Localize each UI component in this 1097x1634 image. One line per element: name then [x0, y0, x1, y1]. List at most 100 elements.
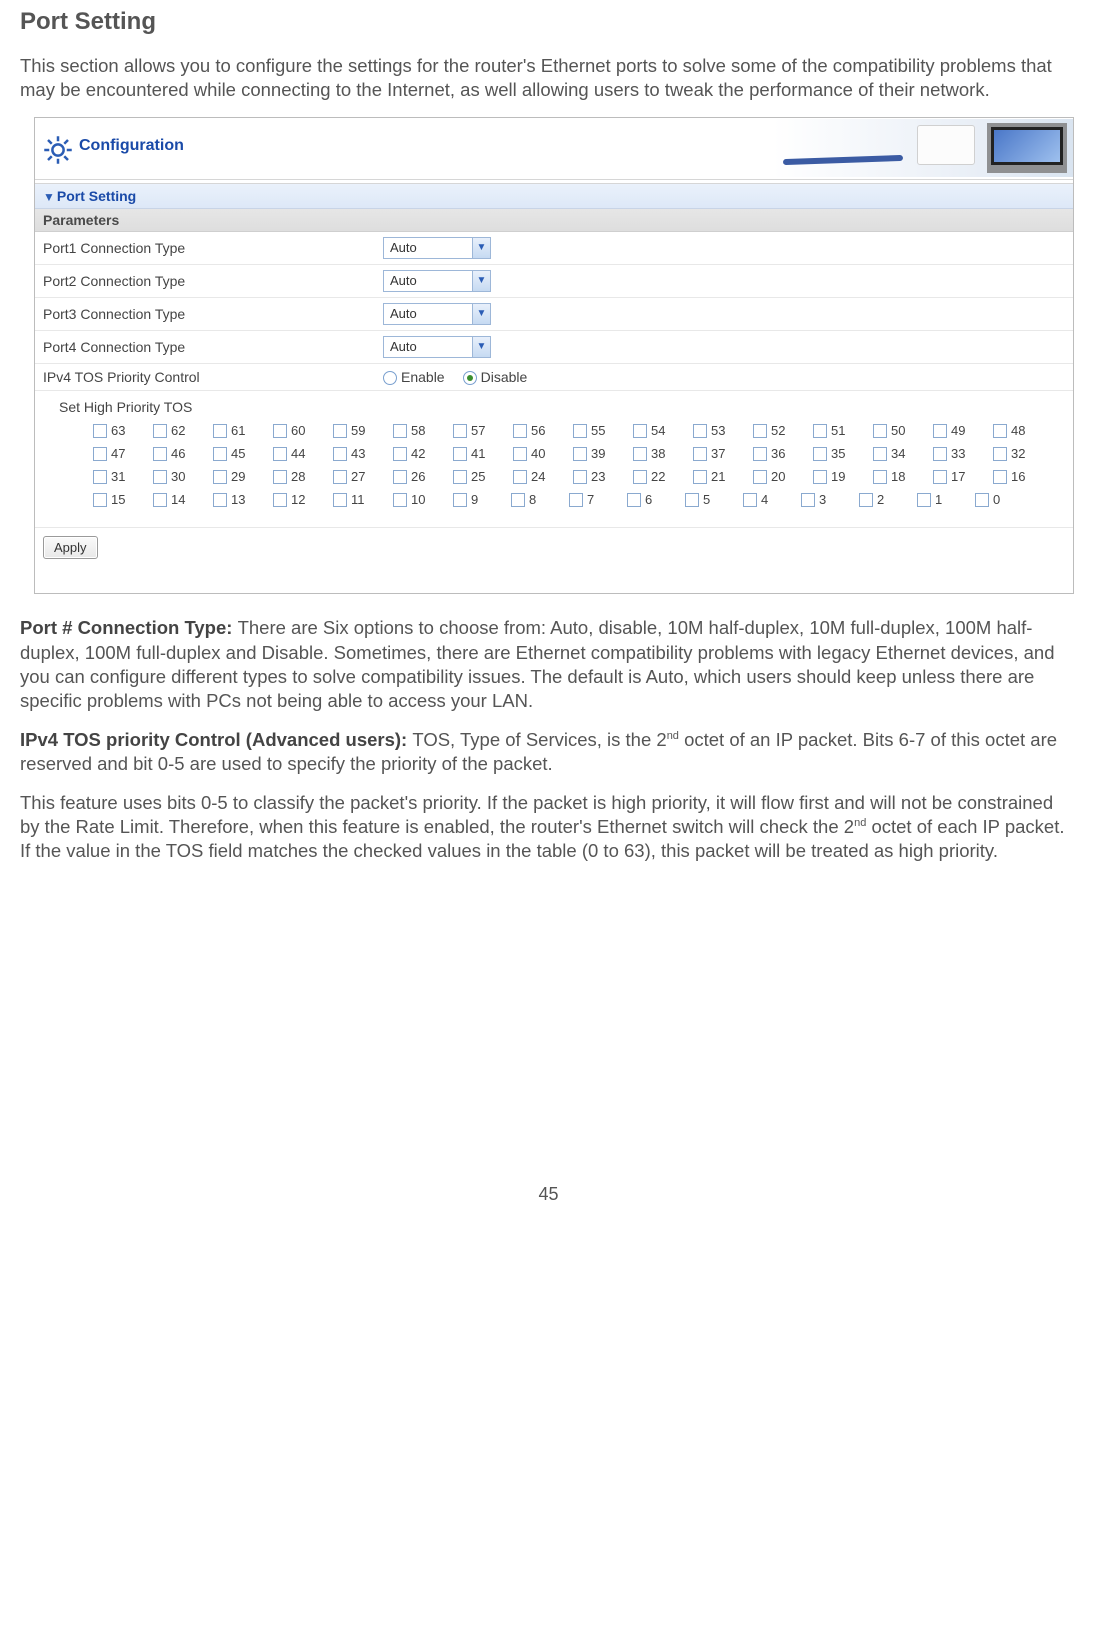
tos-checkbox-60[interactable]: 60 [273, 423, 333, 438]
config-title: Configuration [79, 137, 184, 155]
tos-checkbox-29[interactable]: 29 [213, 469, 273, 484]
tos-checkbox-16[interactable]: 16 [993, 469, 1053, 484]
checkbox-icon [153, 424, 167, 438]
tos-value-label: 26 [411, 469, 425, 484]
tos-checkbox-32[interactable]: 32 [993, 446, 1053, 461]
tos-checkbox-25[interactable]: 25 [453, 469, 513, 484]
tos-checkbox-57[interactable]: 57 [453, 423, 513, 438]
tos-checkbox-31[interactable]: 31 [93, 469, 153, 484]
tos-checkbox-38[interactable]: 38 [633, 446, 693, 461]
tos-checkbox-27[interactable]: 27 [333, 469, 393, 484]
tos-checkbox-61[interactable]: 61 [213, 423, 273, 438]
select-port2[interactable]: Auto ▼ [383, 270, 491, 292]
tos-checkbox-41[interactable]: 41 [453, 446, 513, 461]
select-port4[interactable]: Auto ▼ [383, 336, 491, 358]
checkbox-icon [753, 470, 767, 484]
tos-checkbox-11[interactable]: 11 [333, 492, 393, 507]
tos-checkbox-33[interactable]: 33 [933, 446, 993, 461]
tos-checkbox-45[interactable]: 45 [213, 446, 273, 461]
tos-checkbox-19[interactable]: 19 [813, 469, 873, 484]
tos-checkbox-42[interactable]: 42 [393, 446, 453, 461]
tos-checkbox-44[interactable]: 44 [273, 446, 333, 461]
tos-value-label: 54 [651, 423, 665, 438]
tos-value-label: 44 [291, 446, 305, 461]
tos-checkbox-62[interactable]: 62 [153, 423, 213, 438]
tos-checkbox-20[interactable]: 20 [753, 469, 813, 484]
tos-checkbox-23[interactable]: 23 [573, 469, 633, 484]
tos-checkbox-1[interactable]: 1 [917, 492, 975, 507]
label-port4: Port4 Connection Type [43, 339, 383, 355]
tos-checkbox-39[interactable]: 39 [573, 446, 633, 461]
tos-checkbox-3[interactable]: 3 [801, 492, 859, 507]
apply-row: Apply [35, 528, 1073, 567]
tos-checkbox-24[interactable]: 24 [513, 469, 573, 484]
tos-checkbox-40[interactable]: 40 [513, 446, 573, 461]
tos-checkbox-9[interactable]: 9 [453, 492, 511, 507]
tos-checkbox-7[interactable]: 7 [569, 492, 627, 507]
tos-checkbox-34[interactable]: 34 [873, 446, 933, 461]
tos-checkbox-0[interactable]: 0 [975, 492, 1033, 507]
tos-value-label: 42 [411, 446, 425, 461]
tos-checkbox-59[interactable]: 59 [333, 423, 393, 438]
tos-checkbox-30[interactable]: 30 [153, 469, 213, 484]
tos-checkbox-36[interactable]: 36 [753, 446, 813, 461]
checkbox-icon [633, 470, 647, 484]
tos-checkbox-22[interactable]: 22 [633, 469, 693, 484]
tos-checkbox-53[interactable]: 53 [693, 423, 753, 438]
tos-value-label: 3 [819, 492, 826, 507]
tos-checkbox-28[interactable]: 28 [273, 469, 333, 484]
checkbox-icon [273, 493, 287, 507]
tos-checkbox-6[interactable]: 6 [627, 492, 685, 507]
checkbox-icon [93, 470, 107, 484]
tos-checkbox-58[interactable]: 58 [393, 423, 453, 438]
radio-enable-wrap[interactable]: Enable [383, 369, 445, 385]
checkbox-icon [813, 470, 827, 484]
tos-checkbox-12[interactable]: 12 [273, 492, 333, 507]
tos-checkbox-35[interactable]: 35 [813, 446, 873, 461]
tos-checkbox-8[interactable]: 8 [511, 492, 569, 507]
tos-checkbox-49[interactable]: 49 [933, 423, 993, 438]
config-header: Configuration [35, 118, 1073, 180]
tos-checkbox-18[interactable]: 18 [873, 469, 933, 484]
tos-value-label: 34 [891, 446, 905, 461]
tos-checkbox-5[interactable]: 5 [685, 492, 743, 507]
radio-disable-wrap[interactable]: Disable [463, 369, 528, 385]
label-tos: IPv4 TOS Priority Control [43, 369, 383, 385]
select-port3[interactable]: Auto ▼ [383, 303, 491, 325]
tos-checkbox-56[interactable]: 56 [513, 423, 573, 438]
tos-checkbox-47[interactable]: 47 [93, 446, 153, 461]
tos-value-label: 31 [111, 469, 125, 484]
checkbox-icon [633, 424, 647, 438]
apply-button[interactable]: Apply [43, 536, 98, 559]
tos-checkbox-54[interactable]: 54 [633, 423, 693, 438]
tos-checkbox-14[interactable]: 14 [153, 492, 213, 507]
label-port3: Port3 Connection Type [43, 306, 383, 322]
tos-checkbox-4[interactable]: 4 [743, 492, 801, 507]
tos-checkbox-52[interactable]: 52 [753, 423, 813, 438]
tos-checkbox-51[interactable]: 51 [813, 423, 873, 438]
tos-checkbox-50[interactable]: 50 [873, 423, 933, 438]
tos-checkbox-2[interactable]: 2 [859, 492, 917, 507]
tos-checkbox-10[interactable]: 10 [393, 492, 453, 507]
tos-value-label: 21 [711, 469, 725, 484]
tos-checkbox-15[interactable]: 15 [93, 492, 153, 507]
tos-checkbox-37[interactable]: 37 [693, 446, 753, 461]
tos-value-label: 23 [591, 469, 605, 484]
tos-value-label: 13 [231, 492, 245, 507]
tos-checkbox-17[interactable]: 17 [933, 469, 993, 484]
chevron-down-icon: ▼ [472, 337, 490, 357]
tos-checkbox-43[interactable]: 43 [333, 446, 393, 461]
tos-checkbox-13[interactable]: 13 [213, 492, 273, 507]
tos-checkbox-26[interactable]: 26 [393, 469, 453, 484]
section-bar-port-setting[interactable]: ▼Port Setting [35, 184, 1073, 209]
tos-block: Set High Priority TOS 636261605958575655… [35, 391, 1073, 528]
tos-checkbox-21[interactable]: 21 [693, 469, 753, 484]
tos-checkbox-48[interactable]: 48 [993, 423, 1053, 438]
tos-checkbox-46[interactable]: 46 [153, 446, 213, 461]
disclosure-triangle-icon: ▼ [43, 190, 55, 204]
checkbox-icon [873, 447, 887, 461]
tos-checkbox-55[interactable]: 55 [573, 423, 633, 438]
tos-value-label: 12 [291, 492, 305, 507]
tos-checkbox-63[interactable]: 63 [93, 423, 153, 438]
select-port1[interactable]: Auto ▼ [383, 237, 491, 259]
